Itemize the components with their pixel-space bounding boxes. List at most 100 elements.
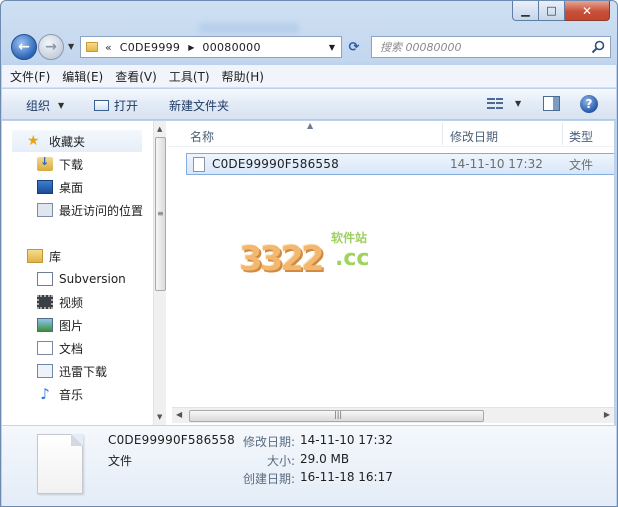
title-glow [199,23,299,33]
minimize-button[interactable]: ▁ [512,1,539,21]
command-toolbar: 组织 ▼ 打开 新建文件夹 ▼ ? [2,89,616,120]
scroll-left-icon[interactable]: ◀ [176,410,182,419]
sidebar-item-label: 音乐 [59,387,84,402]
menu-view[interactable]: 查看(V) [115,68,157,85]
caption-buttons: ▁ □ ✕ [512,1,610,21]
chevron-down-icon: ▼ [58,101,65,110]
refresh-button[interactable]: ⟳ [343,36,365,58]
details-created-value: 16-11-18 16:17 [300,470,393,484]
sidebar-item-label: 下载 [59,157,84,172]
details-modified-value: 14-11-10 17:32 [300,433,393,447]
file-list: ▲ 名称 修改日期 类型 C0DE99990F586558 14-11-10 1… [167,121,614,425]
menu-edit[interactable]: 编辑(E) [62,68,103,85]
downloads-icon [37,155,53,171]
scroll-down-icon[interactable]: ▼ [157,413,162,421]
column-name[interactable]: 名称 [190,128,214,145]
sidebar-item-label: 视频 [59,295,84,310]
open-label: 打开 [114,99,139,113]
details-modified-label: 修改日期: [242,435,295,449]
watermark-domain: .cc [335,246,370,271]
folder-icon [86,42,98,52]
watermark-digits: 3322 [239,239,325,279]
pictures-icon [37,318,53,332]
preview-pane-toggle[interactable] [543,96,560,111]
subversion-icon [37,272,53,286]
file-name: C0DE99990F586558 [212,157,339,171]
music-icon: ♪ [40,385,50,403]
sidebar-item-label: 库 [49,249,62,264]
horizontal-scrollbar[interactable]: ◀ ||| ▶ [172,407,614,423]
watermark-logo: 3322 软件站 .cc [239,229,389,281]
scrollbar-grip-icon: ||| [334,410,343,419]
address-bar[interactable]: « C0DE9999 ▶ 00080000 ▼ [80,36,342,58]
column-divider[interactable] [562,123,563,145]
scroll-right-icon[interactable]: ▶ [604,410,610,419]
file-type: 文件 [569,157,594,172]
column-type[interactable]: 类型 [569,128,593,145]
sidebar-item-label: 收藏夹 [49,134,86,149]
search-box[interactable] [371,36,611,58]
navigation-scrollbar[interactable]: ▲ ≡ ▼ [153,121,166,425]
content-area: ★ 收藏夹 下载 桌面 最近访问的位置 库 Subversion [2,121,614,425]
video-icon [37,295,53,309]
star-icon: ★ [27,133,40,149]
sidebar-item-label: 图片 [59,318,84,333]
menu-help[interactable]: 帮助(H) [222,68,264,85]
details-file-type: 文件 [108,454,133,468]
breadcrumb-item[interactable]: C0DE9999 [120,41,181,54]
sidebar-item-label: Subversion [59,272,126,286]
back-button[interactable]: ← [11,34,37,60]
recent-pages-dropdown[interactable]: ▼ [68,42,74,51]
address-dropdown-icon[interactable]: ▼ [323,37,341,57]
close-button[interactable]: ✕ [565,1,610,21]
sort-ascending-icon: ▲ [307,121,314,130]
search-input[interactable] [380,38,590,56]
column-date-modified[interactable]: 修改日期 [450,128,498,145]
new-folder-button[interactable]: 新建文件夹 [169,97,229,114]
forward-button[interactable]: → [38,34,64,60]
organize-button[interactable]: 组织 ▼ [26,97,64,114]
refresh-icon: ⟳ [348,39,360,55]
sidebar-item-label: 文档 [59,341,84,356]
xunlei-icon [37,364,53,378]
maximize-button[interactable]: □ [539,1,565,21]
search-icon[interactable] [591,40,605,54]
libraries-icon [27,249,43,263]
column-header: ▲ 名称 修改日期 类型 [167,121,614,147]
open-button[interactable]: 打开 [94,97,138,114]
menu-file[interactable]: 文件(F) [10,68,50,85]
sidebar-item-recent-places[interactable]: 最近访问的位置 [37,199,153,221]
menu-bar: 文件(F) 编辑(E) 查看(V) 工具(T) 帮助(H) [2,65,616,88]
recent-places-icon [37,203,53,217]
details-size-label: 大小: [266,454,295,468]
menu-tools[interactable]: 工具(T) [169,68,210,85]
explorer-window: ▁ □ ✕ ← → ▼ « C0DE9999 ▶ 00080000 ▼ ⟳ 文件… [0,0,618,507]
scroll-up-icon[interactable]: ▲ [157,125,162,133]
details-size-value: 29.0 MB [300,452,350,466]
details-pane: C0DE99990F586558 文件 修改日期: 14-11-10 17:32… [2,425,616,506]
open-icon [94,100,109,111]
file-modified-date: 14-11-10 17:32 [450,157,543,171]
new-folder-label: 新建文件夹 [169,99,230,113]
sidebar-item-favorites[interactable]: ★ 收藏夹 [12,130,142,152]
change-view-button[interactable]: ▼ [487,97,521,109]
desktop-icon [37,180,53,194]
column-divider[interactable] [442,123,443,145]
help-icon[interactable]: ? [580,95,598,113]
navigation-bar: ← → ▼ « C0DE9999 ▶ 00080000 ▼ ⟳ [10,33,611,61]
watermark-subtitle: 软件站 [331,231,368,245]
back-arrow-icon: ← [18,39,30,55]
file-thumbnail-icon [37,434,83,494]
details-created-label: 创建日期: [242,472,295,486]
breadcrumb-separator-icon[interactable]: ▶ [188,43,194,52]
hidden-crumbs-chevron[interactable]: « [105,41,112,54]
table-row[interactable]: C0DE99990F586558 14-11-10 17:32 文件 [186,153,614,175]
organize-label: 组织 [26,99,51,113]
scrollbar-grip-icon: ≡ [157,209,164,218]
documents-icon [37,341,53,355]
view-details-icon [487,97,503,109]
sidebar-item-label: 桌面 [59,180,84,195]
breadcrumb-item[interactable]: 00080000 [202,41,260,54]
chevron-down-icon: ▼ [515,98,522,108]
navigation-pane: ★ 收藏夹 下载 桌面 最近访问的位置 库 Subversion [2,121,166,425]
